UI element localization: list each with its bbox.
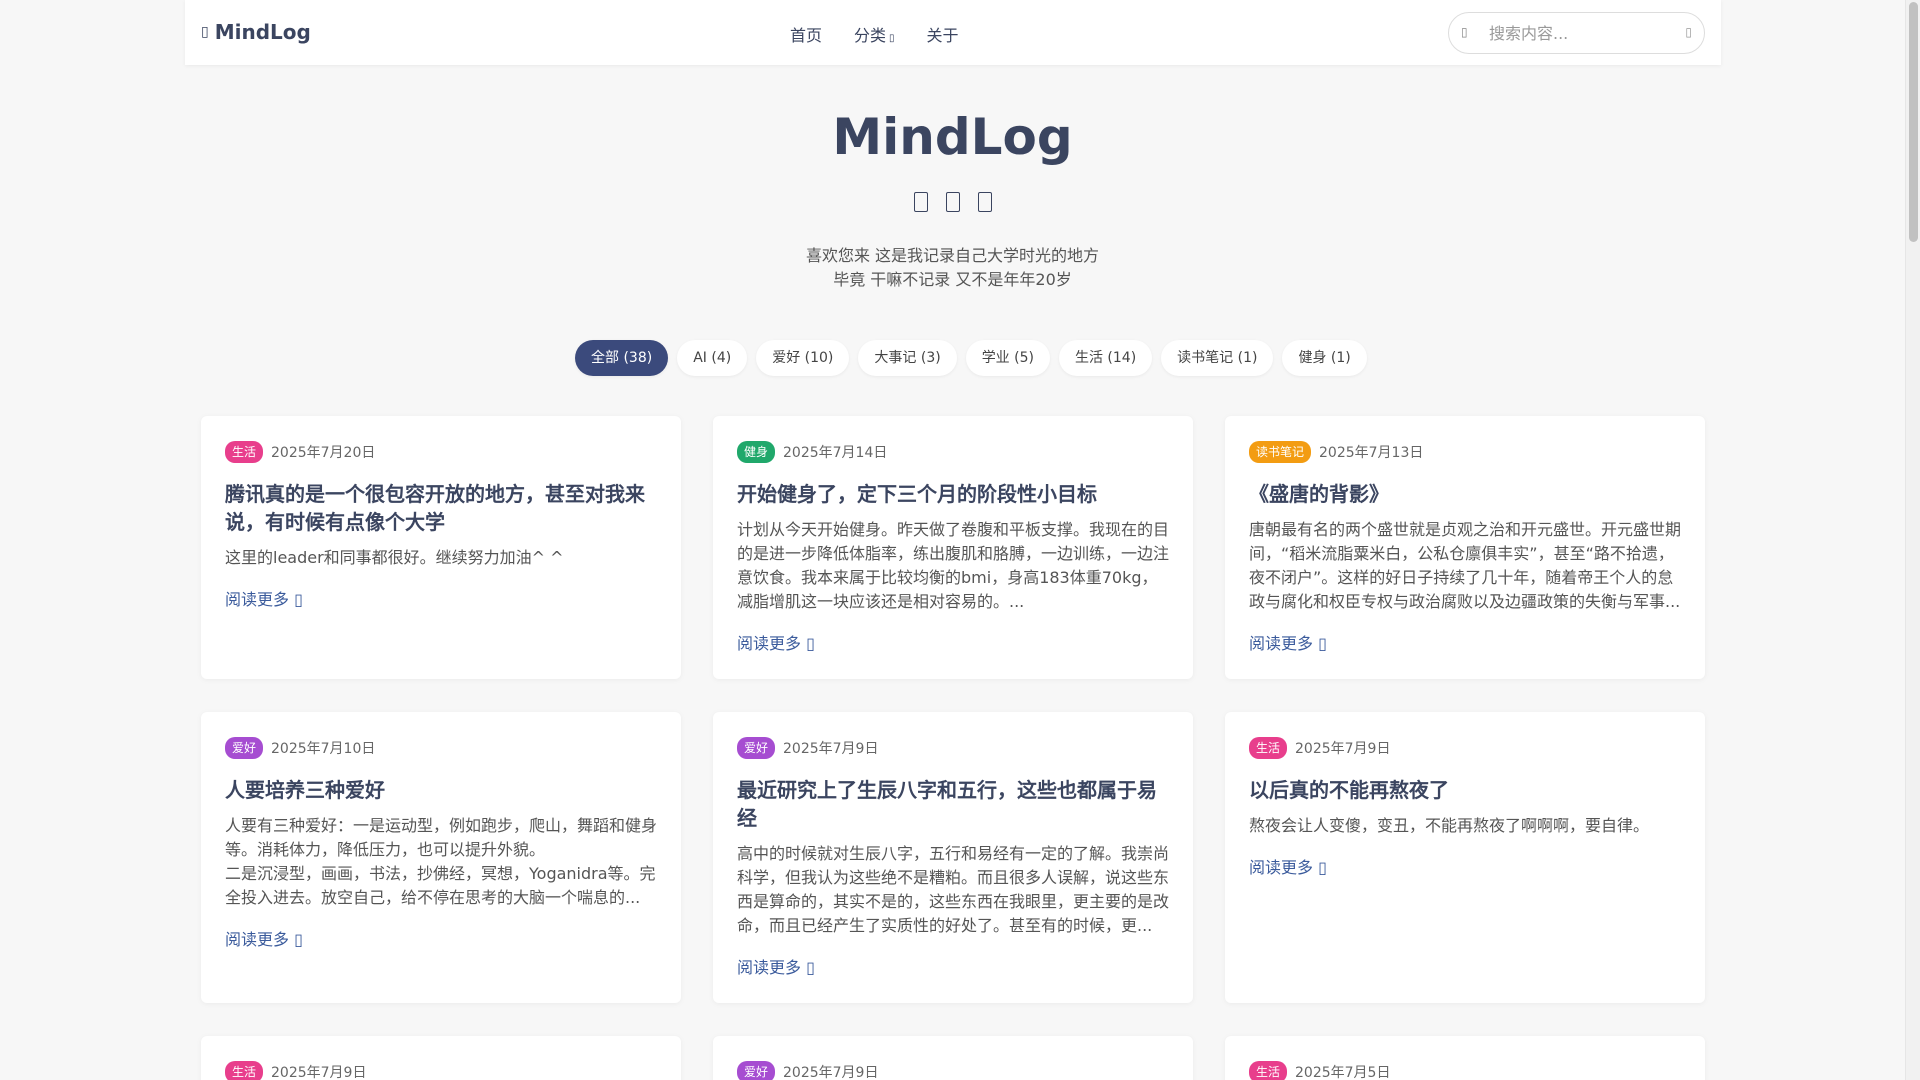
category-badge[interactable]: 爱好 bbox=[737, 737, 776, 759]
arrow-right-icon: ▯ bbox=[294, 590, 303, 609]
post-date: 2025年7月9日 bbox=[783, 741, 879, 757]
post-title[interactable]: 《盛唐的背影》 bbox=[1249, 480, 1681, 508]
read-more-label: 阅读更多 bbox=[737, 634, 802, 653]
read-more-label: 阅读更多 bbox=[737, 958, 802, 977]
post-date: 2025年7月14日 bbox=[783, 445, 888, 461]
brain-icon: ▯ bbox=[201, 24, 209, 40]
filter-milestones[interactable]: 大事记 (3) bbox=[858, 340, 957, 376]
chevron-down-icon: ▯ bbox=[889, 33, 895, 44]
top-navbar: ▯ MindLog 首页 分类▯ 关于 ▯ ▯ bbox=[185, 0, 1721, 65]
post-card[interactable]: 读书笔记 2025年7月13日 《盛唐的背影》 唐朝最有名的两个盛世就是贞观之治和… bbox=[1225, 416, 1705, 679]
post-card[interactable]: 生活 2025年7月20日 腾讯真的是一个很包容开放的地方，甚至对我来说，有时候有… bbox=[201, 416, 681, 679]
social-icon[interactable] bbox=[945, 192, 960, 212]
hero-tagline: 喜欢您来 这是我记录自己大学时光的地方 毕竟 干嘛不记录 又不是年年20岁 bbox=[0, 244, 1905, 292]
post-card[interactable]: 生活 2025年7月9日 bbox=[201, 1036, 681, 1080]
social-icon[interactable] bbox=[913, 192, 928, 212]
post-date: 2025年7月9日 bbox=[271, 1065, 367, 1080]
brand-logo[interactable]: ▯ MindLog bbox=[201, 20, 311, 44]
post-card[interactable]: 健身 2025年7月14日 开始健身了，定下三个月的阶段性小目标 计划从今天开始健… bbox=[713, 416, 1193, 679]
nav-about[interactable]: 关于 bbox=[927, 22, 959, 46]
category-badge[interactable]: 爱好 bbox=[225, 737, 264, 759]
tagline-line-2: 毕竟 干嘛不记录 又不是年年20岁 bbox=[833, 270, 1072, 289]
arrow-right-icon: ▯ bbox=[1318, 634, 1327, 653]
post-date: 2025年7月13日 bbox=[1319, 445, 1424, 461]
social-links bbox=[0, 192, 1905, 212]
post-date: 2025年7月10日 bbox=[271, 741, 376, 757]
post-card[interactable]: 爱好 2025年7月9日 最近研究上了生辰八字和五行，这些也都属于易经 高中的时候… bbox=[713, 712, 1193, 1003]
nav-links: 首页 分类 ▯ 关于 bbox=[790, 22, 959, 46]
post-card[interactable]: 生活 2025年7月9日 以后真的不能再熬夜了 熬夜会让人变傻，变丑，不能再熬夜了… bbox=[1225, 712, 1705, 1003]
read-more-label: 阅读更多 bbox=[225, 930, 290, 949]
filter-reading-notes[interactable]: 读书笔记 (1) bbox=[1161, 340, 1274, 376]
category-badge[interactable]: 生活 bbox=[225, 441, 264, 463]
post-excerpt: 高中的时候就对生辰八字，五行和易经有一定的了解。我崇尚科学，但我认为这些绝不是糟… bbox=[737, 844, 1170, 935]
post-card[interactable]: 爱好 2025年7月10日 人要培养三种爱好 人要有三种爱好：一是运动型，例如跑步… bbox=[201, 712, 681, 1003]
post-excerpt: 人要有三种爱好：一是运动型，例如跑步，爬山，舞蹈和健身等。消耗体力，降低压力，也… bbox=[225, 816, 658, 907]
filter-hobby[interactable]: 爱好 (10) bbox=[756, 340, 850, 376]
category-badge[interactable]: 生活 bbox=[1249, 1061, 1288, 1080]
category-filters: 全部 (38) AI (4) 爱好 (10) 大事记 (3) 学业 (5) 生活… bbox=[575, 340, 1367, 376]
category-badge[interactable]: 生活 bbox=[1249, 737, 1288, 759]
scrollbar-thumb[interactable] bbox=[1909, 2, 1918, 242]
filter-fitness[interactable]: 健身 (1) bbox=[1282, 340, 1367, 376]
category-badge[interactable]: 读书笔记 bbox=[1249, 441, 1312, 463]
read-more-label: 阅读更多 bbox=[1249, 858, 1314, 877]
category-badge[interactable]: 生活 bbox=[225, 1061, 264, 1080]
read-more-link[interactable]: 阅读更多 ▯ bbox=[1249, 630, 1327, 654]
post-excerpt: 这里的leader和同事都很好。继续努力加油^ ^ bbox=[225, 548, 564, 567]
post-title[interactable]: 腾讯真的是一个很包容开放的地方，甚至对我来说，有时候有点像个大学 bbox=[225, 480, 657, 536]
post-title[interactable]: 以后真的不能再熬夜了 bbox=[1249, 776, 1681, 804]
read-more-link[interactable]: 阅读更多 ▯ bbox=[225, 586, 303, 610]
read-more-link[interactable]: 阅读更多 ▯ bbox=[737, 954, 815, 978]
search-input[interactable] bbox=[1489, 21, 1679, 45]
tagline-line-1: 喜欢您来 这是我记录自己大学时光的地方 bbox=[805, 246, 1100, 265]
search-icon: ▯ bbox=[1461, 25, 1468, 39]
post-card[interactable]: 爱好 2025年7月9日 bbox=[713, 1036, 1193, 1080]
social-icon[interactable] bbox=[977, 192, 992, 212]
read-more-link[interactable]: 阅读更多 ▯ bbox=[1249, 854, 1327, 878]
filter-ai[interactable]: AI (4) bbox=[677, 340, 748, 376]
category-badge[interactable]: 爱好 bbox=[737, 1061, 776, 1080]
post-title[interactable]: 开始健身了，定下三个月的阶段性小目标 bbox=[737, 480, 1169, 508]
arrow-right-icon: ▯ bbox=[1318, 858, 1327, 877]
post-date: 2025年7月9日 bbox=[1295, 741, 1391, 757]
post-date: 2025年7月9日 bbox=[783, 1065, 879, 1080]
read-more-link[interactable]: 阅读更多 ▯ bbox=[737, 630, 815, 654]
filter-all[interactable]: 全部 (38) bbox=[575, 340, 669, 376]
post-excerpt: 熬夜会让人变傻，变丑，不能再熬夜了啊啊啊，要自律。 bbox=[1249, 816, 1650, 835]
nav-categories-label: 分类 bbox=[854, 26, 887, 45]
post-excerpt: 计划从今天开始健身。昨天做了卷腹和平板支撑。我现在的目的是进一步降低体脂率，练出… bbox=[737, 520, 1170, 611]
arrow-right-icon: ▯ bbox=[294, 930, 303, 949]
post-title[interactable]: 人要培养三种爱好 bbox=[225, 776, 657, 804]
read-more-label: 阅读更多 bbox=[1249, 634, 1314, 653]
read-more-label: 阅读更多 bbox=[225, 590, 290, 609]
post-date: 2025年7月5日 bbox=[1295, 1065, 1391, 1080]
nav-categories[interactable]: 分类 ▯ bbox=[854, 22, 895, 46]
nav-home[interactable]: 首页 bbox=[790, 22, 822, 46]
filter-study[interactable]: 学业 (5) bbox=[965, 340, 1050, 376]
category-badge[interactable]: 健身 bbox=[737, 441, 776, 463]
post-excerpt: 唐朝最有名的两个盛世就是贞观之治和开元盛世。开元盛世期间，“稻米流脂粟米白，公私… bbox=[1249, 520, 1682, 611]
clear-icon[interactable]: ▯ bbox=[1685, 25, 1692, 39]
hero-title: MindLog bbox=[832, 108, 1073, 166]
search-box: ▯ ▯ bbox=[1448, 12, 1705, 54]
post-title[interactable]: 最近研究上了生辰八字和五行，这些也都属于易经 bbox=[737, 776, 1169, 832]
filter-life[interactable]: 生活 (14) bbox=[1058, 340, 1153, 376]
arrow-right-icon: ▯ bbox=[806, 634, 815, 653]
brand-name: MindLog bbox=[214, 20, 311, 44]
post-date: 2025年7月20日 bbox=[271, 445, 376, 461]
page-scrollbar[interactable] bbox=[1905, 0, 1920, 1080]
arrow-right-icon: ▯ bbox=[806, 958, 815, 977]
read-more-link[interactable]: 阅读更多 ▯ bbox=[225, 926, 303, 950]
post-card[interactable]: 生活 2025年7月5日 bbox=[1225, 1036, 1705, 1080]
